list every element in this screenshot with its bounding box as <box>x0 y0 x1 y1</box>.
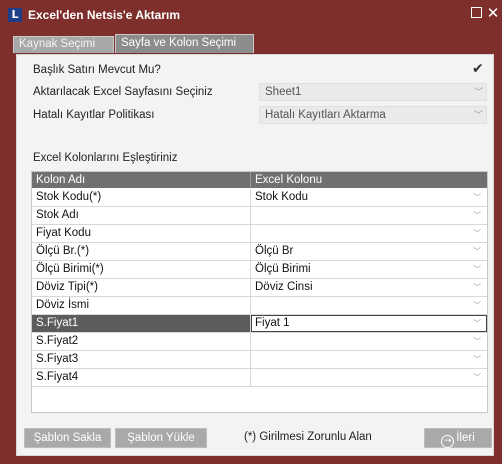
excel-column-select[interactable]: ﹀ <box>251 351 487 368</box>
row-name-cell: S.Fiyat4 <box>32 369 251 386</box>
excel-column-select[interactable]: Döviz Cinsi ﹀ <box>251 279 487 296</box>
table-row: S.Fiyat3 ﹀ <box>32 351 487 369</box>
error-policy-label: Hatalı Kayıtlar Politikası <box>33 109 155 121</box>
chevron-down-icon: ﹀ <box>473 337 481 346</box>
table-row: Fiyat Kodu ﹀ <box>32 225 487 243</box>
load-template-label: Şablon Yükle <box>127 432 195 444</box>
chevron-down-icon: ﹀ <box>473 355 481 364</box>
table-row: S.Fiyat2 ﹀ <box>32 333 487 351</box>
column-mapping-grid: Kolon Adı Excel Kolonu Stok Kodu(*) Stok… <box>31 171 488 413</box>
excel-column-value: Döviz Cinsi <box>255 281 313 293</box>
column-header-excel[interactable]: Excel Kolonu <box>251 172 487 188</box>
excel-column-value: Ölçü Birimi <box>255 263 311 275</box>
chevron-down-icon: ﹀ <box>473 211 481 220</box>
tab-panel: Başlık Satırı Mevcut Mu? ✔ Aktarılacak E… <box>16 54 494 456</box>
excel-column-select[interactable]: Ölçü Br ﹀ <box>251 243 487 260</box>
header-row-label: Başlık Satırı Mevcut Mu? <box>33 64 161 76</box>
sheet-select-value: Sheet1 <box>265 86 302 98</box>
error-policy-value: Hatalı Kayıtları Aktarma <box>265 109 386 121</box>
chevron-down-icon: ﹀ <box>473 247 481 256</box>
chevron-down-icon: ﹀ <box>473 111 483 121</box>
excel-column-select[interactable]: Stok Kodu ﹀ <box>251 189 487 206</box>
load-template-button[interactable]: Şablon Yükle <box>115 428 207 448</box>
table-row: Ölçü Birimi(*) Ölçü Birimi ﹀ <box>32 261 487 279</box>
next-label: İleri <box>456 432 475 444</box>
header-row-checkbox[interactable]: ✔ <box>472 61 484 77</box>
sheet-select-label: Aktarılacak Excel Sayfasını Seçiniz <box>33 86 213 98</box>
row-name-cell: S.Fiyat3 <box>32 351 251 368</box>
mapping-label: Excel Kolonlarını Eşleştiriniz <box>33 152 178 164</box>
table-row-selected: S.Fiyat1 Fiyat 1 ﹀ <box>32 315 487 333</box>
excel-column-select[interactable]: Ölçü Birimi ﹀ <box>251 261 487 278</box>
chevron-down-icon: ﹀ <box>473 88 483 98</box>
save-template-button[interactable]: Şablon Sakla <box>24 428 111 448</box>
tab-sayfa-ve-kolon-secimi[interactable]: Sayfa ve Kolon Seçimi <box>115 34 254 53</box>
excel-column-select[interactable]: ﹀ <box>251 225 487 242</box>
row-name-cell: Ölçü Br.(*) <box>32 243 251 260</box>
tab-kaynak-secimi[interactable]: Kaynak Seçimi <box>13 36 114 53</box>
excel-column-value: Stok Kodu <box>255 191 309 203</box>
sheet-select[interactable]: Sheet1 ﹀ <box>259 83 487 101</box>
maximize-icon[interactable] <box>470 6 484 20</box>
dialog-window: L Excel'den Netsis'e Aktarım ✕ Kaynak Se… <box>0 0 502 464</box>
save-template-label: Şablon Sakla <box>33 432 102 444</box>
excel-column-value: Fiyat 1 <box>255 317 290 329</box>
grid-header: Kolon Adı Excel Kolonu <box>32 172 487 188</box>
table-row: Döviz Tipi(*) Döviz Cinsi ﹀ <box>32 279 487 297</box>
table-row: Stok Kodu(*) Stok Kodu ﹀ <box>32 189 487 207</box>
row-name-cell: S.Fiyat1 <box>32 315 251 332</box>
row-name-cell: Döviz İsmi <box>32 297 251 314</box>
error-policy-select[interactable]: Hatalı Kayıtları Aktarma ﹀ <box>259 106 487 124</box>
table-row: S.Fiyat4 ﹀ <box>32 369 487 387</box>
table-row: Stok Adı ﹀ <box>32 207 487 225</box>
chevron-down-icon: ﹀ <box>473 265 481 274</box>
row-name-cell: Döviz Tipi(*) <box>32 279 251 296</box>
table-row: Döviz İsmi ﹀ <box>32 297 487 315</box>
row-name-cell: Ölçü Birimi(*) <box>32 261 251 278</box>
table-row: Ölçü Br.(*) Ölçü Br ﹀ <box>32 243 487 261</box>
row-name-cell: Stok Adı <box>32 207 251 224</box>
chevron-down-icon: ﹀ <box>473 301 481 310</box>
column-header-name[interactable]: Kolon Adı <box>32 172 251 188</box>
title-bar[interactable]: L Excel'den Netsis'e Aktarım ✕ <box>0 0 502 30</box>
excel-column-select[interactable]: ﹀ <box>251 297 487 314</box>
excel-column-select[interactable]: ﹀ <box>251 333 487 350</box>
excel-column-select[interactable]: Fiyat 1 ﹀ <box>251 315 487 332</box>
row-name-cell: Fiyat Kodu <box>32 225 251 242</box>
row-name-cell: Stok Kodu(*) <box>32 189 251 206</box>
chevron-down-icon: ﹀ <box>473 373 481 382</box>
excel-column-select[interactable]: ﹀ <box>251 207 487 224</box>
app-logo-icon: L <box>8 8 22 22</box>
required-field-note: (*) Girilmesi Zorunlu Alan <box>244 431 372 443</box>
excel-column-value: Ölçü Br <box>255 245 294 257</box>
row-name-cell: S.Fiyat2 <box>32 333 251 350</box>
next-button[interactable]: → İleri <box>424 428 492 448</box>
window-title: Excel'den Netsis'e Aktarım <box>28 8 180 22</box>
arrow-right-circle-icon: → <box>441 435 455 448</box>
chevron-down-icon: ﹀ <box>473 319 481 328</box>
chevron-down-icon: ﹀ <box>473 229 481 238</box>
close-icon[interactable]: ✕ <box>486 6 500 21</box>
chevron-down-icon: ﹀ <box>473 283 481 292</box>
excel-column-select[interactable]: ﹀ <box>251 369 487 386</box>
chevron-down-icon: ﹀ <box>473 193 481 202</box>
